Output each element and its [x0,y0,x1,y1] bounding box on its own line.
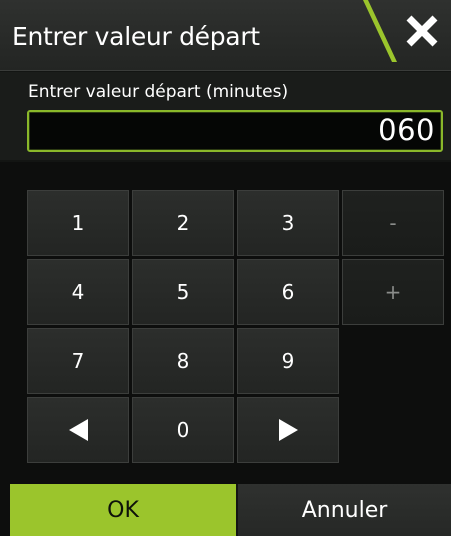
key-label: 9 [281,349,295,373]
input-label: Entrer valeur départ (minutes) [28,82,289,102]
key-label: 7 [71,349,85,373]
key-9[interactable]: 9 [237,328,339,394]
arrow-left-icon [68,419,88,441]
cursor-right-button[interactable] [237,397,339,463]
key-label: 4 [71,280,85,304]
key-label: 8 [176,349,190,373]
key-3[interactable]: 3 [237,190,339,256]
numeric-keypad: 1 2 3 - 4 5 6 + 7 8 9 0 [0,162,451,484]
cursor-left-button[interactable] [27,397,129,463]
key-5[interactable]: 5 [132,259,234,325]
cancel-label: Annuler [301,497,388,523]
key-plus[interactable]: + [342,259,444,325]
input-value: 060 [378,113,435,147]
key-label: - [389,211,397,235]
input-section: Entrer valeur départ (minutes) 060 [0,72,451,160]
accent-slash-decoration [363,0,397,62]
ok-label: OK [107,497,139,523]
key-minus[interactable]: - [342,190,444,256]
key-label: 0 [176,418,190,442]
value-input-field[interactable]: 060 [27,110,443,152]
key-label: 2 [176,211,190,235]
cancel-button[interactable]: Annuler [238,484,451,536]
key-6[interactable]: 6 [237,259,339,325]
key-4[interactable]: 4 [27,259,129,325]
footer-edge [0,484,10,536]
key-1[interactable]: 1 [27,190,129,256]
arrow-right-icon [278,419,298,441]
key-8[interactable]: 8 [132,328,234,394]
dialog-title-bar: Entrer valeur départ [0,0,451,71]
ok-button[interactable]: OK [10,484,236,536]
key-0[interactable]: 0 [132,397,234,463]
key-2[interactable]: 2 [132,190,234,256]
close-icon[interactable] [405,14,439,48]
numeric-entry-dialog: Entrer valeur départ Entrer valeur dépar… [0,0,451,536]
key-label: 6 [281,280,295,304]
key-label: 1 [71,211,85,235]
key-label: 5 [176,280,190,304]
close-area [363,0,451,62]
dialog-title: Entrer valeur départ [12,22,260,51]
key-label: + [384,280,402,304]
key-label: 3 [281,211,295,235]
key-7[interactable]: 7 [27,328,129,394]
